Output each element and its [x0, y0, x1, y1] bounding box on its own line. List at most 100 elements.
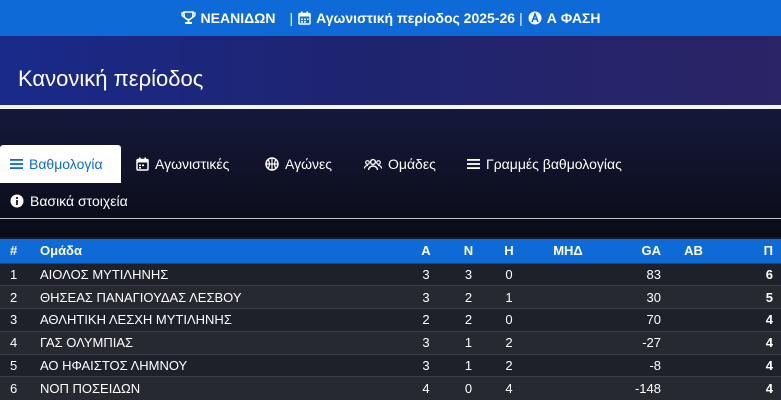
cell-ab [665, 308, 722, 332]
nav-divider [0, 218, 781, 219]
col-header-pts[interactable]: Π [722, 239, 781, 263]
cell-ga: 70 [603, 308, 665, 332]
cell-team[interactable]: ΑΟ ΗΦΑΙΣΤΟΣ ΛΗΜΝΟΥ [30, 353, 400, 377]
cell-mid [533, 308, 603, 332]
cell-pts: 4 [722, 308, 781, 332]
cell-ga: -148 [603, 376, 665, 400]
list-icon [10, 159, 23, 169]
table-row: 1 ΑΙΟΛΟΣ ΜΥΤΙΛΗΝΗΣ 3 3 0 83 6 [0, 262, 781, 286]
table-row: 6 ΝΟΠ ΠΟΣΕΙΔΩΝ 4 0 4 -148 4 [0, 376, 781, 400]
col-header-played[interactable]: Α [400, 239, 452, 263]
cell-played: 3 [400, 353, 452, 377]
tab-label: Αγωνιστικές [155, 156, 230, 172]
table-row: 4 ΓΑΣ ΟΛΥΜΠΙΑΣ 3 1 2 -27 4 [0, 330, 781, 355]
phase-text: Α ΦΑΣΗ [546, 10, 601, 26]
tab-standings[interactable]: Βαθμολογία [0, 145, 121, 183]
cell-won: 2 [452, 285, 485, 309]
col-header-won[interactable]: Ν [452, 239, 485, 263]
cell-won: 0 [452, 376, 485, 400]
separator: | [289, 10, 294, 26]
cell-pos: 6 [0, 376, 30, 400]
season-text: Αγωνιστική περίοδος 2025-26 [316, 10, 516, 26]
tab-label: Γραμμές βαθμολογίας [486, 156, 622, 172]
cell-pos: 3 [0, 308, 30, 332]
cell-team[interactable]: ΝΟΠ ΠΟΣΕΙΔΩΝ [30, 376, 400, 400]
cell-pts: 6 [722, 262, 781, 286]
info-icon [10, 194, 24, 208]
cell-ab [665, 285, 722, 309]
trophy-icon [180, 11, 196, 24]
cell-pos: 1 [0, 262, 30, 286]
table-header-row: # Ομάδα Α Ν Η ΜΗΔ GA ΑΒ Π [0, 239, 781, 263]
cell-lost: 1 [485, 285, 533, 309]
cell-pts: 5 [722, 285, 781, 309]
tab-label: Βασικά στοιχεία [30, 193, 128, 209]
cell-played: 3 [400, 330, 452, 355]
category-text: ΝΕΑΝΙΔΩΝ [200, 10, 276, 26]
cell-mid [533, 285, 603, 309]
standings-table: # Ομάδα Α Ν Η ΜΗΔ GA ΑΒ Π 1 ΑΙΟΛΟΣ ΜΥΤΙΛ… [0, 239, 781, 400]
col-header-mid[interactable]: ΜΗΔ [533, 239, 603, 263]
col-header-ab[interactable]: ΑΒ [665, 239, 722, 263]
separator: | [519, 10, 523, 26]
cell-ab [665, 262, 722, 286]
col-header-lost[interactable]: Η [485, 239, 533, 263]
tab-standings-lines[interactable]: Γραμμές βαθμολογίας [467, 145, 622, 183]
col-header-team[interactable]: Ομάδα [30, 239, 400, 263]
cell-lost: 4 [485, 376, 533, 400]
cell-played: 4 [400, 376, 452, 400]
cell-played: 2 [400, 308, 452, 332]
cell-lost: 2 [485, 330, 533, 355]
cell-team[interactable]: ΘΗΣΕΑΣ ΠΑΝΑΓΙΟΥΔΑΣ ΛΕΣΒΟΥ [30, 285, 400, 309]
calendar-icon [298, 11, 311, 25]
cell-ab [665, 330, 722, 355]
cell-played: 3 [400, 285, 452, 309]
tab-label: Ομάδες [388, 156, 436, 172]
list-icon [467, 159, 480, 169]
tab-teams[interactable]: Ομάδες [364, 145, 436, 183]
cell-won: 1 [452, 330, 485, 355]
cell-ga: -8 [603, 353, 665, 377]
cell-mid [533, 262, 603, 286]
cell-won: 3 [452, 262, 485, 286]
tab-label: Αγώνες [285, 156, 333, 172]
cell-ga: 30 [603, 285, 665, 309]
cell-ga: 83 [603, 262, 665, 286]
cell-won: 1 [452, 353, 485, 377]
table-row: 5 ΑΟ ΗΦΑΙΣΤΟΣ ΛΗΜΝΟΥ 3 1 2 -8 4 [0, 353, 781, 377]
tab-label: Βαθμολογία [29, 156, 103, 172]
cell-pts: 4 [722, 330, 781, 355]
cell-team[interactable]: ΓΑΣ ΟΛΥΜΠΙΑΣ [30, 330, 400, 355]
top-info-bar: ΝΕΑΝΙΔΩΝ | Αγωνιστική περίοδος 2025-26 |… [0, 0, 781, 36]
page-header: Κανονική περίοδος [0, 36, 781, 105]
cell-team[interactable]: ΑΙΟΛΟΣ ΜΥΤΙΛΗΝΗΣ [30, 262, 400, 286]
page-title: Κανονική περίοδος [18, 66, 204, 91]
basketball-icon [265, 157, 279, 171]
tab-rounds[interactable]: Αγωνιστικές [136, 145, 229, 183]
tab-games[interactable]: Αγώνες [265, 145, 332, 183]
cell-played: 3 [400, 262, 452, 286]
cell-lost: 0 [485, 308, 533, 332]
cell-pos: 5 [0, 353, 30, 377]
table-row: 2 ΘΗΣΕΑΣ ΠΑΝΑΓΙΟΥΔΑΣ ΛΕΣΒΟΥ 3 2 1 30 5 [0, 285, 781, 309]
cell-mid [533, 353, 603, 377]
tab-basic-info[interactable]: Βασικά στοιχεία [10, 189, 128, 213]
cell-pos: 2 [0, 285, 30, 309]
cell-team[interactable]: ΑΘΛΗΤΙΚΗ ΛΕΣΧΗ ΜΥΤΙΛΗΝΗΣ [30, 308, 400, 332]
cell-ga: -27 [603, 330, 665, 355]
col-header-ga[interactable]: GA [603, 239, 665, 263]
season-label: Αγωνιστική περίοδος 2025-26 [298, 10, 515, 26]
cell-lost: 2 [485, 353, 533, 377]
cell-mid [533, 376, 603, 400]
cell-won: 2 [452, 308, 485, 332]
col-header-pos[interactable]: # [0, 239, 30, 263]
cell-ab [665, 376, 722, 400]
cell-pos: 4 [0, 330, 30, 355]
calendar-icon [136, 157, 149, 171]
cell-ab [665, 353, 722, 377]
phase-icon [528, 11, 542, 25]
cell-lost: 0 [485, 262, 533, 286]
table-row: 3 ΑΘΛΗΤΙΚΗ ΛΕΣΧΗ ΜΥΤΙΛΗΝΗΣ 2 2 0 70 4 [0, 308, 781, 332]
category-label: ΝΕΑΝΙΔΩΝ [180, 10, 276, 26]
phase-label: Α ΦΑΣΗ [528, 10, 601, 26]
